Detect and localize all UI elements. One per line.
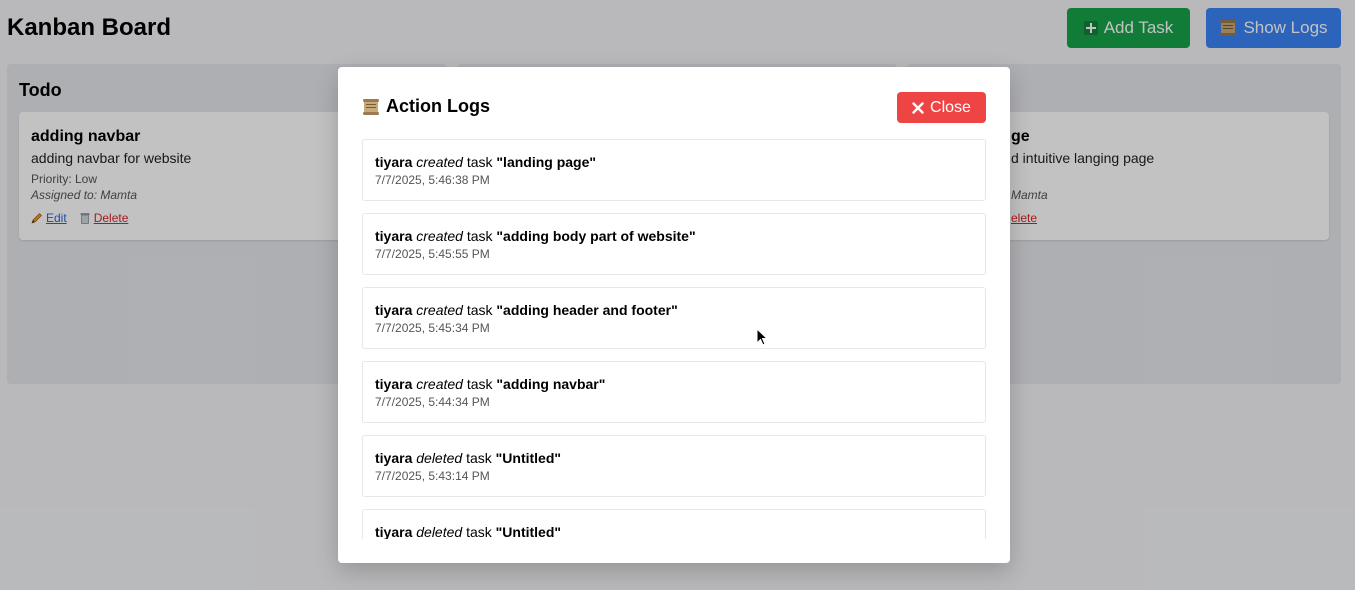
- modal-title-text: Action Logs: [386, 96, 490, 116]
- log-action: created: [416, 302, 463, 318]
- log-text: tiyara created task "adding header and f…: [375, 302, 678, 318]
- log-target: "Untitled": [495, 450, 562, 466]
- log-word: task: [466, 376, 493, 392]
- log-entry: tiyara deleted task "Untitled": [362, 509, 986, 539]
- log-timestamp: 7/7/2025, 5:45:34 PM: [375, 321, 490, 335]
- log-text: tiyara created task "adding navbar": [375, 376, 605, 392]
- log-word: task: [466, 524, 492, 539]
- log-word: task: [466, 154, 493, 170]
- x-icon: [912, 101, 924, 114]
- log-user: tiyara: [375, 228, 413, 244]
- log-user: tiyara: [375, 450, 413, 466]
- close-button[interactable]: Close: [897, 92, 986, 123]
- log-entry: tiyara created task "adding body part of…: [362, 213, 986, 275]
- log-target: "adding body part of website": [496, 228, 696, 244]
- log-entry: tiyara created task "adding header and f…: [362, 287, 986, 349]
- log-timestamp: 7/7/2025, 5:43:14 PM: [375, 469, 490, 483]
- log-action: created: [416, 376, 463, 392]
- log-entry: tiyara deleted task "Untitled" 7/7/2025,…: [362, 435, 986, 497]
- log-action: deleted: [416, 524, 463, 539]
- log-entry: tiyara created task "landing page" 7/7/2…: [362, 139, 986, 201]
- log-timestamp: 7/7/2025, 5:46:38 PM: [375, 173, 490, 187]
- log-list[interactable]: tiyara created task "landing page" 7/7/2…: [362, 139, 986, 539]
- log-text: tiyara created task "adding body part of…: [375, 228, 696, 244]
- modal-title: Action Logs: [362, 96, 490, 117]
- log-target: "adding navbar": [496, 376, 606, 392]
- scroll-icon: [363, 98, 379, 115]
- log-text: tiyara deleted task "Untitled": [375, 450, 561, 466]
- close-label: Close: [930, 98, 971, 116]
- log-target: "landing page": [496, 154, 597, 170]
- log-user: tiyara: [375, 302, 413, 318]
- log-word: task: [466, 450, 492, 466]
- log-timestamp: 7/7/2025, 5:44:34 PM: [375, 395, 490, 409]
- action-logs-modal: Action Logs Close tiyara created task "l…: [338, 67, 1010, 563]
- log-user: tiyara: [375, 376, 413, 392]
- log-entry: tiyara created task "adding navbar" 7/7/…: [362, 361, 986, 423]
- log-action: created: [416, 228, 463, 244]
- log-word: task: [466, 228, 493, 244]
- log-text: tiyara deleted task "Untitled": [375, 524, 561, 539]
- log-timestamp: 7/7/2025, 5:45:55 PM: [375, 247, 490, 261]
- log-text: tiyara created task "landing page": [375, 154, 596, 170]
- log-target: "adding header and footer": [496, 302, 678, 318]
- log-target: "Untitled": [495, 524, 562, 539]
- log-word: task: [466, 302, 493, 318]
- log-user: tiyara: [375, 154, 413, 170]
- log-action: deleted: [416, 450, 463, 466]
- log-action: created: [416, 154, 463, 170]
- log-user: tiyara: [375, 524, 413, 539]
- mouse-cursor-icon: [756, 328, 768, 346]
